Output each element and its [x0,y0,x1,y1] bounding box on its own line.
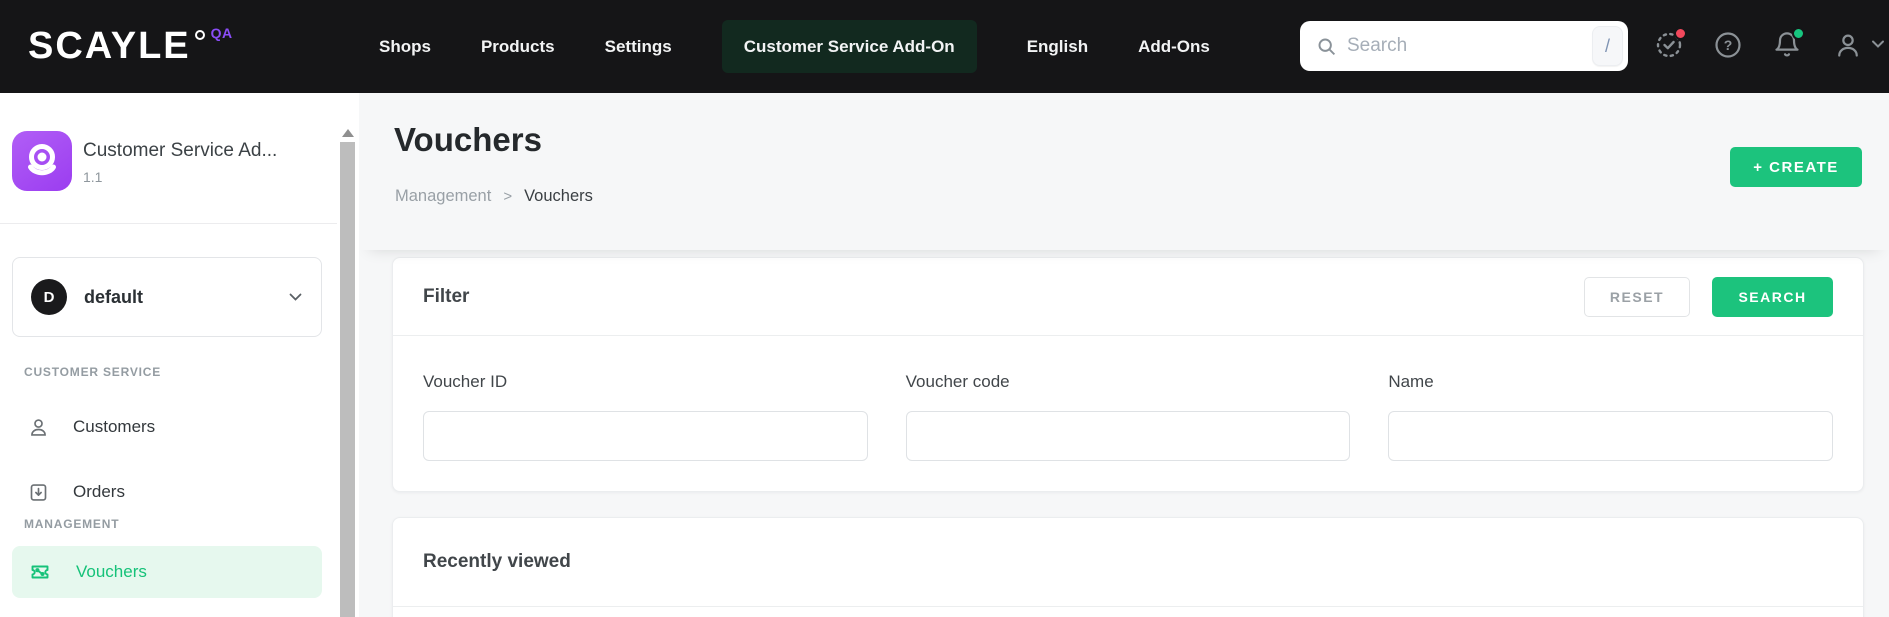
env-badge: QA [211,25,233,41]
page-title: Vouchers [394,121,542,159]
main-content: Vouchers Management > Vouchers + CREATE … [359,93,1889,617]
breadcrumb-vouchers: Vouchers [524,187,593,206]
notifications-bell-icon[interactable] [1773,31,1801,59]
divider [0,223,337,224]
page-header: Vouchers Management > Vouchers [359,93,1889,250]
workspace-avatar: D [31,279,67,315]
workspace-selector[interactable]: D default [12,257,322,337]
field-label: Voucher ID [423,372,868,392]
nav-item-addons[interactable]: Add-Ons [1138,37,1210,57]
top-navbar: SCAYLE QA Shops Products Settings Custom… [0,0,1889,93]
status-check-icon[interactable] [1655,31,1683,59]
filter-heading: Filter [423,286,1584,308]
app-version: 1.1 [83,169,277,185]
sidebar-item-label: Orders [73,482,125,502]
workspace-name: default [84,287,288,308]
nav-item-language[interactable]: English [1027,37,1088,57]
breadcrumb: Management > Vouchers [395,187,593,206]
help-icon[interactable]: ? [1714,31,1742,59]
sidebar-scrollbar[interactable] [338,93,358,617]
sidebar-item-label: Vouchers [76,562,147,582]
field-name: Name [1388,372,1833,461]
app-name: Customer Service Ad... [83,140,277,162]
notification-badge [1792,27,1805,40]
voucher-ticket-icon [28,560,52,584]
recently-viewed-card: Recently viewed [392,517,1864,617]
scrollbar-thumb[interactable] [340,142,355,617]
voucher-code-input[interactable] [906,411,1351,461]
alert-badge [1674,27,1687,40]
account-chevron-down-icon[interactable] [1871,39,1885,49]
chevron-down-icon [288,292,303,302]
field-voucher-id: Voucher ID [423,372,868,461]
field-label: Name [1388,372,1833,392]
voucher-id-input[interactable] [423,411,868,461]
reset-button[interactable]: RESET [1584,277,1690,317]
svg-text:?: ? [1724,37,1733,53]
search-icon [1316,36,1337,57]
nav-item-settings[interactable]: Settings [605,37,672,57]
sidebar-item-orders[interactable]: Orders [12,468,322,516]
nav-item-products[interactable]: Products [481,37,555,57]
section-management: MANAGEMENT [24,517,119,531]
sidebar-item-vouchers[interactable]: Vouchers [12,546,322,598]
field-voucher-code: Voucher code [906,372,1351,461]
scayle-logo[interactable]: SCAYLE QA [28,0,233,93]
filter-card: Filter RESET SEARCH Voucher ID Voucher c… [392,257,1864,492]
search-shortcut-key: / [1592,26,1623,66]
nav-item-customer-service-addon[interactable]: Customer Service Add-On [722,20,977,73]
sidebar-item-customers[interactable]: Customers [12,403,322,451]
account-user-icon[interactable] [1834,31,1862,59]
search-input[interactable] [1347,35,1592,57]
breadcrumb-management[interactable]: Management [395,187,491,206]
search-button[interactable]: SEARCH [1712,277,1833,317]
user-icon [28,417,49,438]
order-box-icon [28,482,49,503]
sidebar: Customer Service Ad... 1.1 D default CUS… [0,93,359,617]
app-header: Customer Service Ad... 1.1 [12,131,322,191]
sidebar-item-label: Customers [73,417,155,437]
create-button[interactable]: + CREATE [1730,147,1862,187]
scrollbar-up-arrow-icon[interactable] [342,129,354,137]
global-search[interactable]: / [1300,21,1628,71]
recently-viewed-heading: Recently viewed [423,551,1833,573]
section-customer-service: CUSTOMER SERVICE [24,365,161,379]
logo-circle-icon [195,30,205,40]
main-nav: Shops Products Settings Customer Service… [379,0,1210,93]
customer-service-app-icon [12,131,72,191]
nav-item-shops[interactable]: Shops [379,37,431,57]
logo-text: SCAYLE [28,25,191,68]
breadcrumb-separator: > [503,188,512,205]
name-input[interactable] [1388,411,1833,461]
field-label: Voucher code [906,372,1351,392]
